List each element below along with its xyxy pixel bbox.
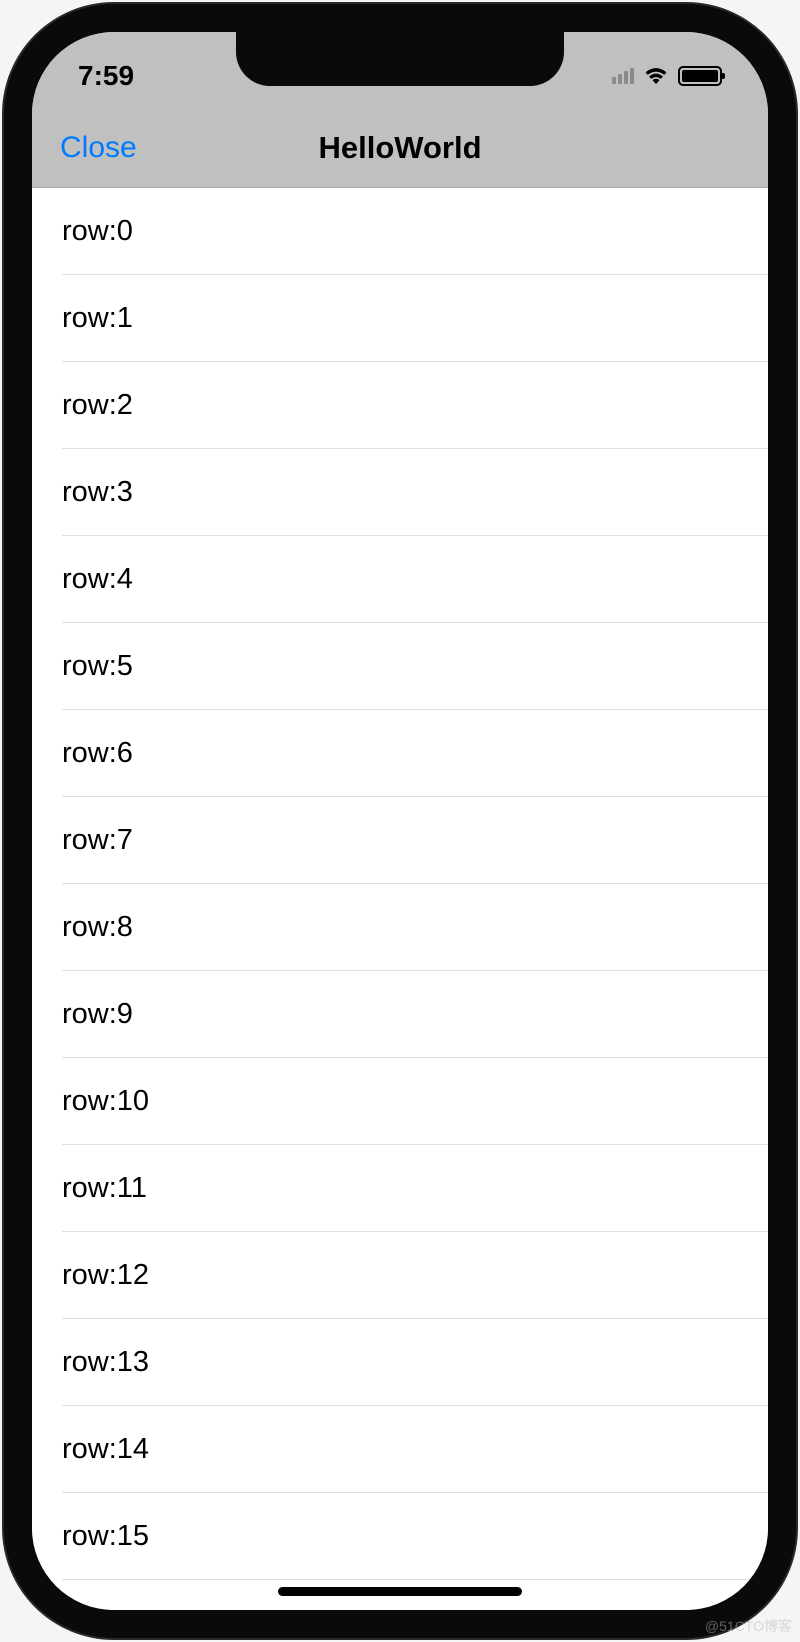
- close-button[interactable]: Close: [60, 131, 137, 165]
- notch: [236, 32, 564, 86]
- table-row[interactable]: row:3: [32, 449, 768, 536]
- watermark: @51CTO博客: [705, 1616, 792, 1636]
- status-time: 7:59: [78, 60, 134, 92]
- table-row-label: row:10: [62, 1085, 149, 1118]
- wifi-icon: [642, 65, 670, 87]
- table-row-label: row:1: [62, 302, 133, 335]
- table-row[interactable]: row:1: [32, 275, 768, 362]
- table-row-label: row:8: [62, 911, 133, 944]
- table-row[interactable]: row:8: [32, 884, 768, 971]
- table-row[interactable]: row:4: [32, 536, 768, 623]
- page-title: HelloWorld: [32, 130, 768, 166]
- table-row[interactable]: row:9: [32, 971, 768, 1058]
- table-row[interactable]: row:2: [32, 362, 768, 449]
- table-row[interactable]: row:7: [32, 797, 768, 884]
- table-row-label: row:7: [62, 824, 133, 857]
- table-row[interactable]: row:14: [32, 1406, 768, 1493]
- table-row[interactable]: row:5: [32, 623, 768, 710]
- table-row[interactable]: row:15: [32, 1493, 768, 1580]
- table-row[interactable]: row:0: [32, 188, 768, 275]
- device-frame: 7:59: [4, 4, 796, 1638]
- table-row[interactable]: row:6: [32, 710, 768, 797]
- table-view[interactable]: row:0 row:1 row:2 row:3 row:4 row:5 row:…: [32, 188, 768, 1610]
- table-row-label: row:3: [62, 476, 133, 509]
- table-row[interactable]: row:11: [32, 1145, 768, 1232]
- status-icons: [612, 65, 722, 87]
- table-row-label: row:6: [62, 737, 133, 770]
- table-row-label: row:5: [62, 650, 133, 683]
- screen: 7:59: [32, 32, 768, 1610]
- cellular-signal-icon: [612, 68, 634, 84]
- table-row[interactable]: row:12: [32, 1232, 768, 1319]
- battery-icon: [678, 66, 722, 86]
- table-row-label: row:4: [62, 563, 133, 596]
- table-row[interactable]: row:13: [32, 1319, 768, 1406]
- table-row-label: row:12: [62, 1259, 149, 1292]
- table-row-label: row:11: [62, 1172, 147, 1205]
- table-row-label: row:15: [62, 1520, 149, 1553]
- table-row[interactable]: row:10: [32, 1058, 768, 1145]
- navigation-bar: Close HelloWorld: [32, 108, 768, 188]
- home-indicator[interactable]: [278, 1587, 522, 1596]
- table-row-label: row:2: [62, 389, 133, 422]
- table-row-label: row:9: [62, 998, 133, 1031]
- table-row-label: row:14: [62, 1433, 149, 1466]
- table-row-label: row:13: [62, 1346, 149, 1379]
- table-row-label: row:0: [62, 215, 133, 248]
